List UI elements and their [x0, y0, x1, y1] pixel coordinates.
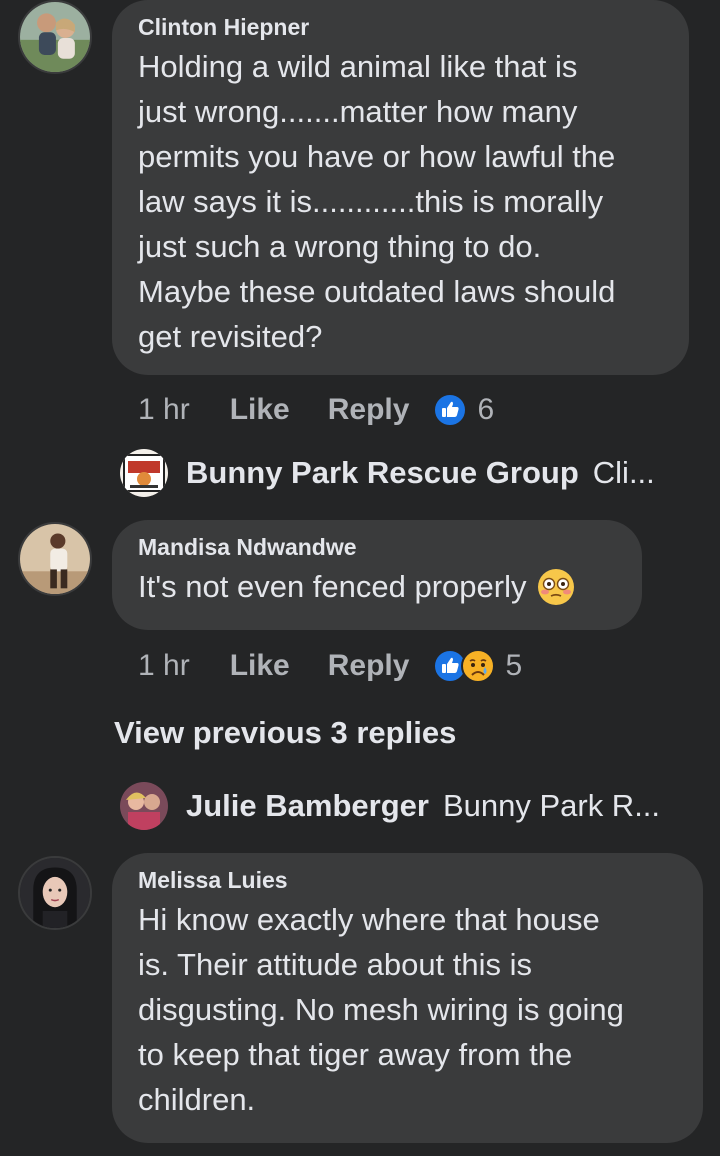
comment-line: It's not even fenced properly — [138, 569, 527, 604]
like-button[interactable]: Like — [230, 649, 290, 683]
comment-line: just wrong.......matter how many — [138, 94, 578, 129]
comment-timestamp[interactable]: 1 hr — [138, 649, 190, 683]
like-button[interactable]: Like — [230, 393, 290, 427]
reply-preview[interactable]: Julie Bamberger Bunny Park R... — [120, 782, 660, 830]
comment-text: It's not even fenced properly — [138, 564, 616, 609]
comment-line: children. — [138, 1082, 256, 1117]
comment-line: Holding a wild animal like that is — [138, 49, 578, 84]
comment-line: permits you have or how lawful the — [138, 139, 616, 174]
reply-snippet: Cli... — [592, 455, 655, 490]
reaction-count: 6 — [477, 393, 495, 426]
reply-preview[interactable]: Bunny Park Rescue Group Cli... — [120, 449, 655, 497]
thumbs-up-icon — [433, 393, 468, 427]
comment-bubble: Mandisa Ndwandwe It's not even fenced pr… — [112, 520, 642, 630]
comment-bubble: Clinton Hiepner Holding a wild animal li… — [112, 0, 689, 375]
comment-line: get revisited? — [138, 319, 323, 354]
avatar-mandisa-ndwandwe[interactable] — [18, 522, 92, 596]
comment-line: disgusting. No mesh wiring is going — [138, 992, 624, 1027]
comment-line: to keep that tiger away from the — [138, 1037, 573, 1072]
comment-line: just such a wrong thing to do. — [138, 229, 542, 264]
comment-timestamp[interactable]: 1 hr — [138, 393, 190, 427]
reply-button[interactable]: Reply — [328, 649, 410, 683]
comment-author[interactable]: Clinton Hiepner — [138, 12, 663, 42]
avatar-melissa-luies[interactable] — [18, 856, 92, 930]
comment-actions: 1 hr Like Reply 5 — [138, 646, 522, 686]
comment-text: Holding a wild animal like that is just … — [138, 44, 663, 359]
flushed-face-emoji — [538, 568, 575, 605]
comment-bubble: Melissa Luies Hi know exactly where that… — [112, 853, 703, 1143]
avatar-bunny-park-rescue-group — [120, 449, 168, 497]
avatar-julie-bamberger — [120, 782, 168, 830]
avatar-clinton-hiepner[interactable] — [18, 0, 92, 74]
reply-author[interactable]: Bunny Park Rescue Group — [186, 455, 579, 491]
comment-line: law says it is............this is morall… — [138, 184, 604, 219]
comment-author[interactable]: Mandisa Ndwandwe — [138, 532, 616, 562]
comment-author[interactable]: Melissa Luies — [138, 865, 677, 895]
reply-author[interactable]: Julie Bamberger — [186, 788, 429, 824]
reactions-summary[interactable]: 5 — [433, 649, 522, 683]
reply-snippet: Bunny Park R... — [442, 788, 661, 823]
comments-thread: Clinton Hiepner Holding a wild animal li… — [0, 0, 720, 1156]
comment-line: Maybe these outdated laws should — [138, 274, 616, 309]
view-previous-replies-link[interactable]: View previous 3 replies — [114, 715, 456, 751]
comment-text: Hi know exactly where that house is. The… — [138, 897, 677, 1122]
reactions-summary[interactable]: 6 — [433, 393, 494, 427]
comment-line: Hi know exactly where that house — [138, 902, 600, 937]
sad-face-icon — [461, 649, 496, 683]
reaction-count: 5 — [505, 649, 523, 682]
reply-button[interactable]: Reply — [328, 393, 410, 427]
comment-line: is. Their attitude about this is — [138, 947, 533, 982]
comment-actions: 1 hr Like Reply 6 — [138, 390, 494, 430]
